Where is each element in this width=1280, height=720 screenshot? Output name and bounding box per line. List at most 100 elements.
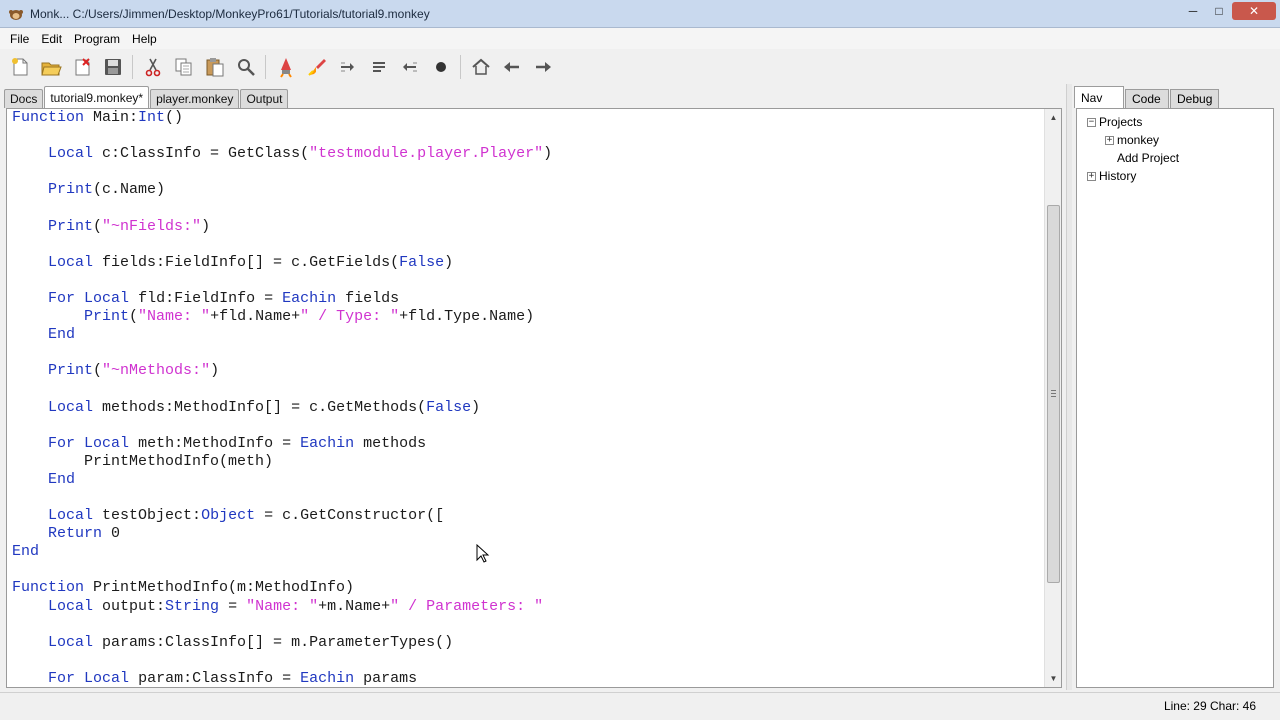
vertical-scrollbar[interactable]: ▲ ▼ <box>1044 109 1061 687</box>
code-text: +fld.Type.Name) <box>399 308 535 326</box>
code-line[interactable] <box>12 561 1043 579</box>
pane-splitter[interactable] <box>1066 84 1072 690</box>
code-keyword: Local <box>84 289 130 307</box>
code-line[interactable]: Print("Name: "+fld.Name+" / Type: "+fld.… <box>12 308 1043 326</box>
tab-code[interactable]: Code <box>1125 89 1169 108</box>
tab-tutorial9[interactable]: tutorial9.monkey* <box>44 86 150 108</box>
open-file-button[interactable] <box>35 53 66 81</box>
tab-nav[interactable]: Nav <box>1074 86 1124 108</box>
menu-help[interactable]: Help <box>126 32 163 46</box>
close-file-button[interactable] <box>66 53 97 81</box>
forward-button[interactable] <box>527 53 558 81</box>
code-text: output: <box>93 597 166 615</box>
scroll-thumb[interactable] <box>1047 205 1060 583</box>
code-editor[interactable]: Function Main:Int() Local c:ClassInfo = … <box>6 108 1062 688</box>
expand-icon[interactable]: + <box>1087 171 1096 181</box>
code-line[interactable]: PrintMethodInfo(meth) <box>12 453 1043 471</box>
step-in-button[interactable] <box>363 53 394 81</box>
code-line[interactable]: Function PrintMethodInfo(m:MethodInfo) <box>12 579 1043 597</box>
code-line[interactable]: For Local param:ClassInfo = Eachin param… <box>12 670 1043 687</box>
code-line[interactable]: Local c:ClassInfo = GetClass("testmodule… <box>12 145 1043 163</box>
code-text: ) <box>444 253 454 271</box>
code-line[interactable] <box>12 127 1043 145</box>
thumb-grip <box>1051 390 1056 391</box>
menu-bar: File Edit Program Help <box>0 28 1280 49</box>
code-line[interactable]: Print(c.Name) <box>12 181 1043 199</box>
code-line[interactable]: For Local fld:FieldInfo = Eachin fields <box>12 290 1043 308</box>
kill-button[interactable] <box>425 53 456 81</box>
code-text: methods <box>354 434 427 452</box>
code-keyword: Local <box>48 398 94 416</box>
code-area[interactable]: Function Main:Int() Local c:ClassInfo = … <box>7 109 1043 687</box>
save-button[interactable] <box>97 53 128 81</box>
code-line[interactable] <box>12 489 1043 507</box>
scroll-down-arrow-icon[interactable]: ▼ <box>1045 670 1061 687</box>
step-button[interactable] <box>332 53 363 81</box>
menu-program[interactable]: Program <box>68 32 126 46</box>
thumb-grip <box>1051 393 1056 394</box>
tree-node-projects[interactable]: − Projects <box>1087 113 1179 131</box>
new-file-button[interactable] <box>4 53 35 81</box>
code-line[interactable] <box>12 417 1043 435</box>
code-line[interactable] <box>12 236 1043 254</box>
build-button[interactable] <box>270 53 301 81</box>
menu-edit[interactable]: Edit <box>35 32 68 46</box>
code-line[interactable]: End <box>12 326 1043 344</box>
code-keyword: Function <box>12 579 85 597</box>
code-line[interactable] <box>12 199 1043 217</box>
paste-button[interactable] <box>199 53 230 81</box>
cut-button[interactable] <box>137 53 168 81</box>
code-line[interactable] <box>12 652 1043 670</box>
code-text: () <box>165 109 184 126</box>
code-text: methods:MethodInfo[] = c.GetMethods( <box>93 398 427 416</box>
tree-node-add-project[interactable]: Add Project <box>1087 149 1179 167</box>
code-line[interactable]: Return 0 <box>12 525 1043 543</box>
code-line[interactable] <box>12 380 1043 398</box>
code-line[interactable] <box>12 616 1043 634</box>
code-line[interactable]: End <box>12 543 1043 561</box>
code-line[interactable]: For Local meth:MethodInfo = Eachin metho… <box>12 435 1043 453</box>
scroll-up-arrow-icon[interactable]: ▲ <box>1045 109 1061 126</box>
code-line[interactable]: Local params:ClassInfo[] = m.ParameterTy… <box>12 634 1043 652</box>
save-icon <box>104 59 121 75</box>
code-line[interactable]: Function Main:Int() <box>12 109 1043 127</box>
code-line[interactable]: Local testObject:Object = c.GetConstruct… <box>12 507 1043 525</box>
code-line[interactable] <box>12 344 1043 362</box>
code-text: = <box>219 597 247 615</box>
menu-file[interactable]: File <box>4 32 35 46</box>
tree-node-history[interactable]: + History <box>1087 167 1179 185</box>
minimize-button[interactable]: ─ <box>1180 2 1206 20</box>
step-out-button[interactable] <box>394 53 425 81</box>
app-icon <box>8 6 24 22</box>
thumb-grip <box>1051 396 1056 397</box>
close-button[interactable]: ✕ <box>1232 2 1276 20</box>
tab-player[interactable]: player.monkey <box>150 89 240 108</box>
tab-docs[interactable]: Docs <box>4 89 44 108</box>
tab-output[interactable]: Output <box>240 89 289 108</box>
collapse-icon[interactable]: − <box>1087 117 1096 127</box>
code-keyword: Local <box>84 669 130 687</box>
code-line[interactable]: Local fields:FieldInfo[] = c.GetFields(F… <box>12 254 1043 272</box>
code-line[interactable]: Local methods:MethodInfo[] = c.GetMethod… <box>12 399 1043 417</box>
forward-icon <box>535 62 551 72</box>
code-line[interactable]: Local output:String = "Name: "+m.Name+" … <box>12 598 1043 616</box>
code-line[interactable] <box>12 163 1043 181</box>
step-out-icon <box>402 62 417 72</box>
back-button[interactable] <box>496 53 527 81</box>
maximize-button[interactable]: □ <box>1206 2 1232 20</box>
code-line[interactable]: Print("~nFields:") <box>12 218 1043 236</box>
code-line[interactable]: Print("~nMethods:") <box>12 362 1043 380</box>
home-button[interactable] <box>465 53 496 81</box>
code-string: "~nFields:" <box>102 217 202 235</box>
build-run-button[interactable] <box>301 53 332 81</box>
code-line[interactable] <box>12 272 1043 290</box>
expand-icon[interactable]: + <box>1105 135 1114 145</box>
code-line[interactable]: End <box>12 471 1043 489</box>
tree-node-monkey[interactable]: + monkey <box>1087 131 1179 149</box>
copy-button[interactable] <box>168 53 199 81</box>
tab-debug[interactable]: Debug <box>1170 89 1220 108</box>
project-tree: − Projects + monkey Add Project + Histor… <box>1087 113 1179 185</box>
find-button[interactable] <box>230 53 261 81</box>
